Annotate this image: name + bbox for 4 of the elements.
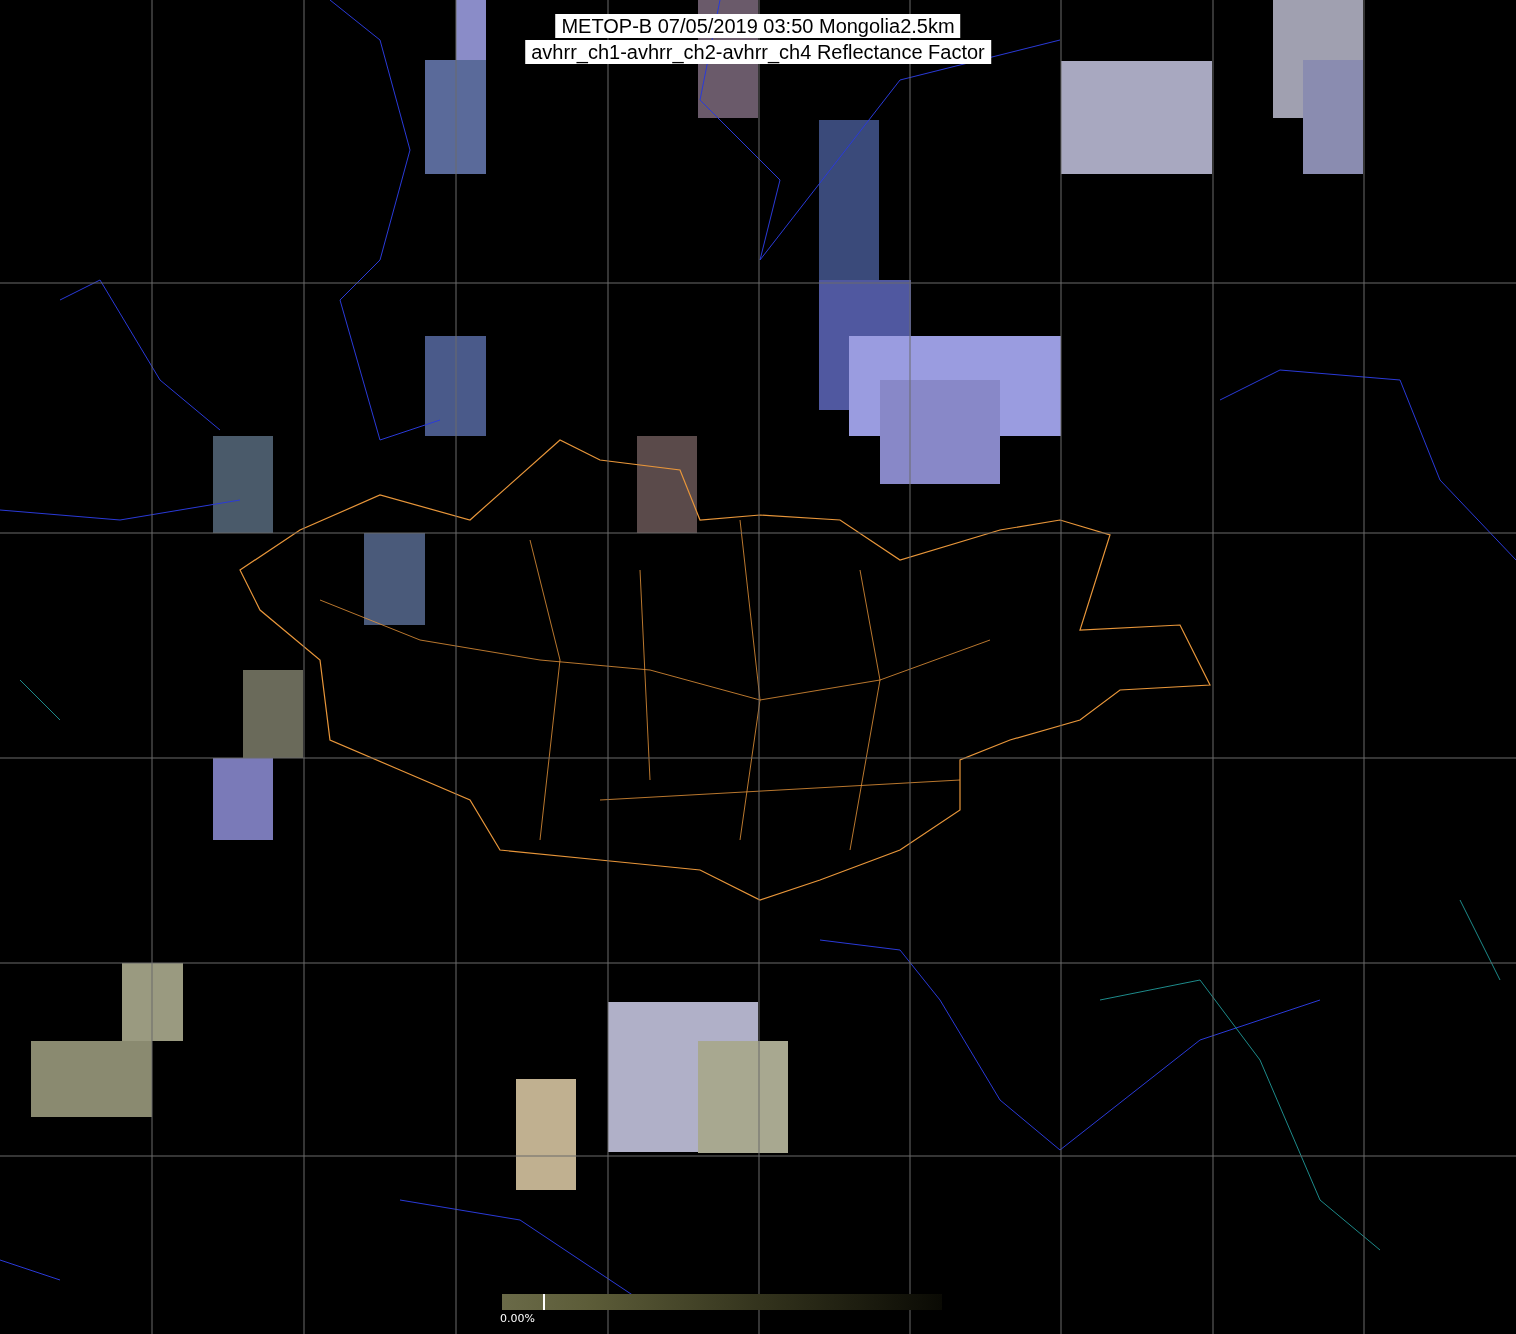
colorbar-label: 0.00% bbox=[500, 1312, 535, 1326]
map-title: METOP-B 07/05/2019 03:50 Mongolia2.5km bbox=[555, 14, 961, 38]
colorbar-tick bbox=[543, 1294, 545, 1310]
map-title: avhrr_ch1-avhrr_ch2-avhrr_ch4 Reflectance Factor bbox=[525, 40, 991, 64]
